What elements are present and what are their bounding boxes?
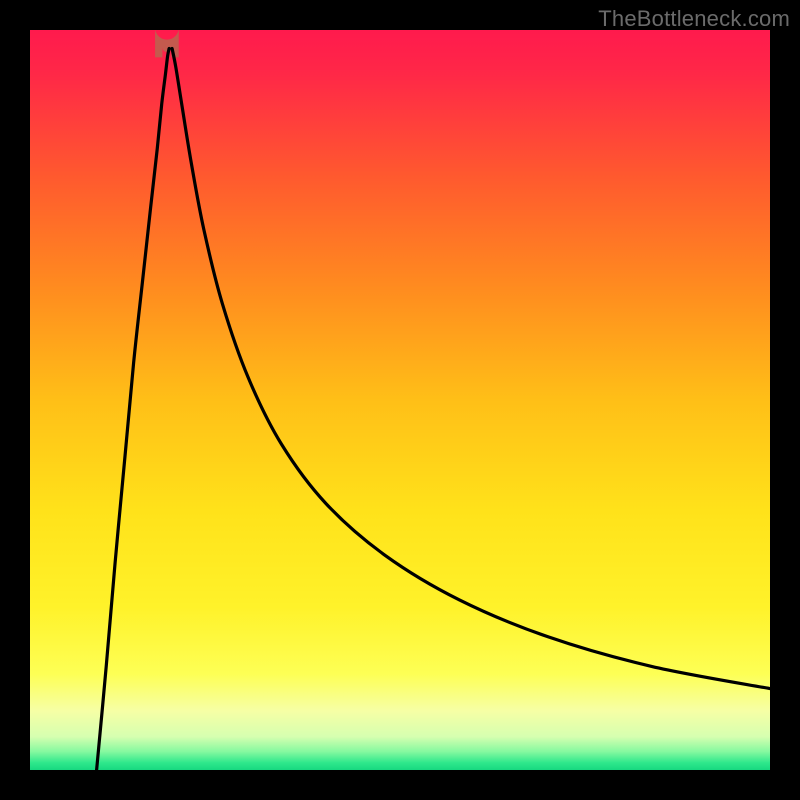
watermark-text: TheBottleneck.com bbox=[598, 6, 790, 32]
bottleneck-curve bbox=[30, 30, 770, 770]
plot-area bbox=[30, 30, 770, 770]
chart-frame: TheBottleneck.com bbox=[0, 0, 800, 800]
